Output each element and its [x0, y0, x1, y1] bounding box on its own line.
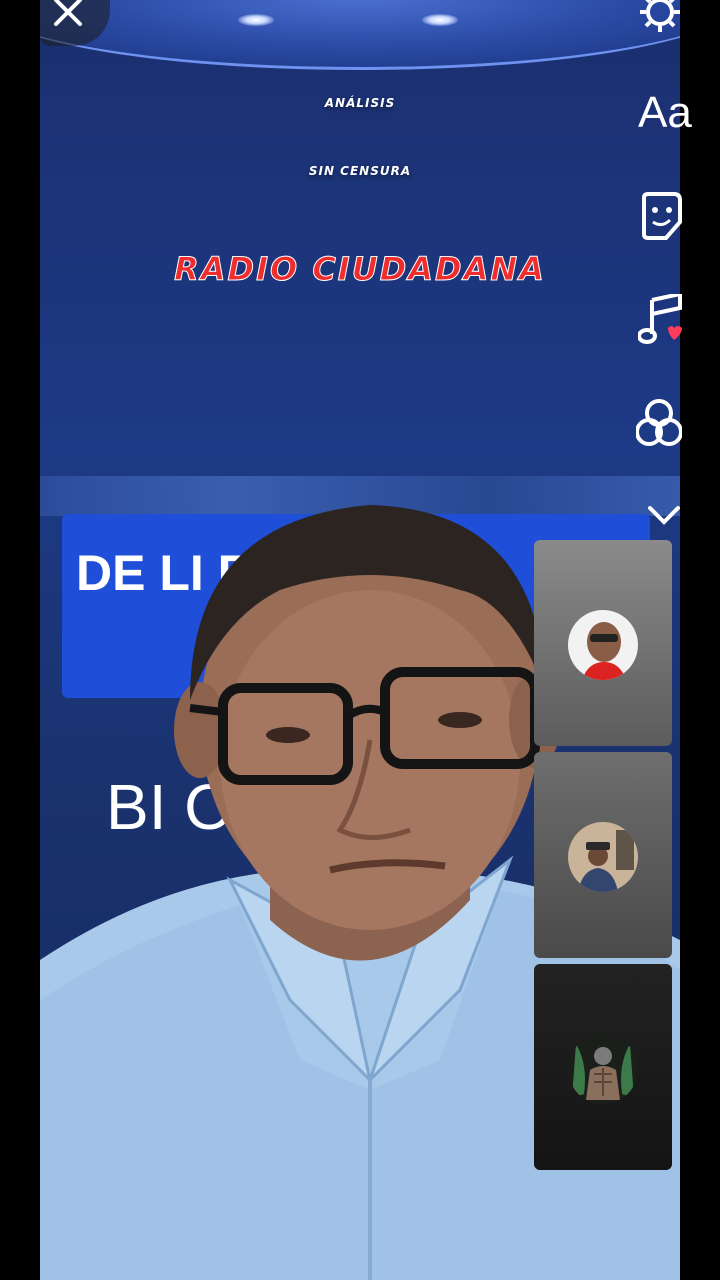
guest-tile[interactable] [534, 540, 672, 746]
guest-tile[interactable] [534, 964, 672, 1170]
guest-avatar-3 [568, 1034, 638, 1104]
sticker-icon[interactable] [640, 192, 682, 242]
settings-icon[interactable] [638, 0, 682, 34]
text-icon[interactable]: Aa [638, 88, 692, 138]
effects-icon[interactable] [636, 398, 682, 448]
chevron-down-icon[interactable] [646, 504, 682, 528]
music-icon[interactable] [638, 294, 682, 348]
guest-avatar-1 [568, 610, 638, 680]
guest-avatar-2 [568, 822, 638, 892]
guest-tile[interactable] [534, 752, 672, 958]
